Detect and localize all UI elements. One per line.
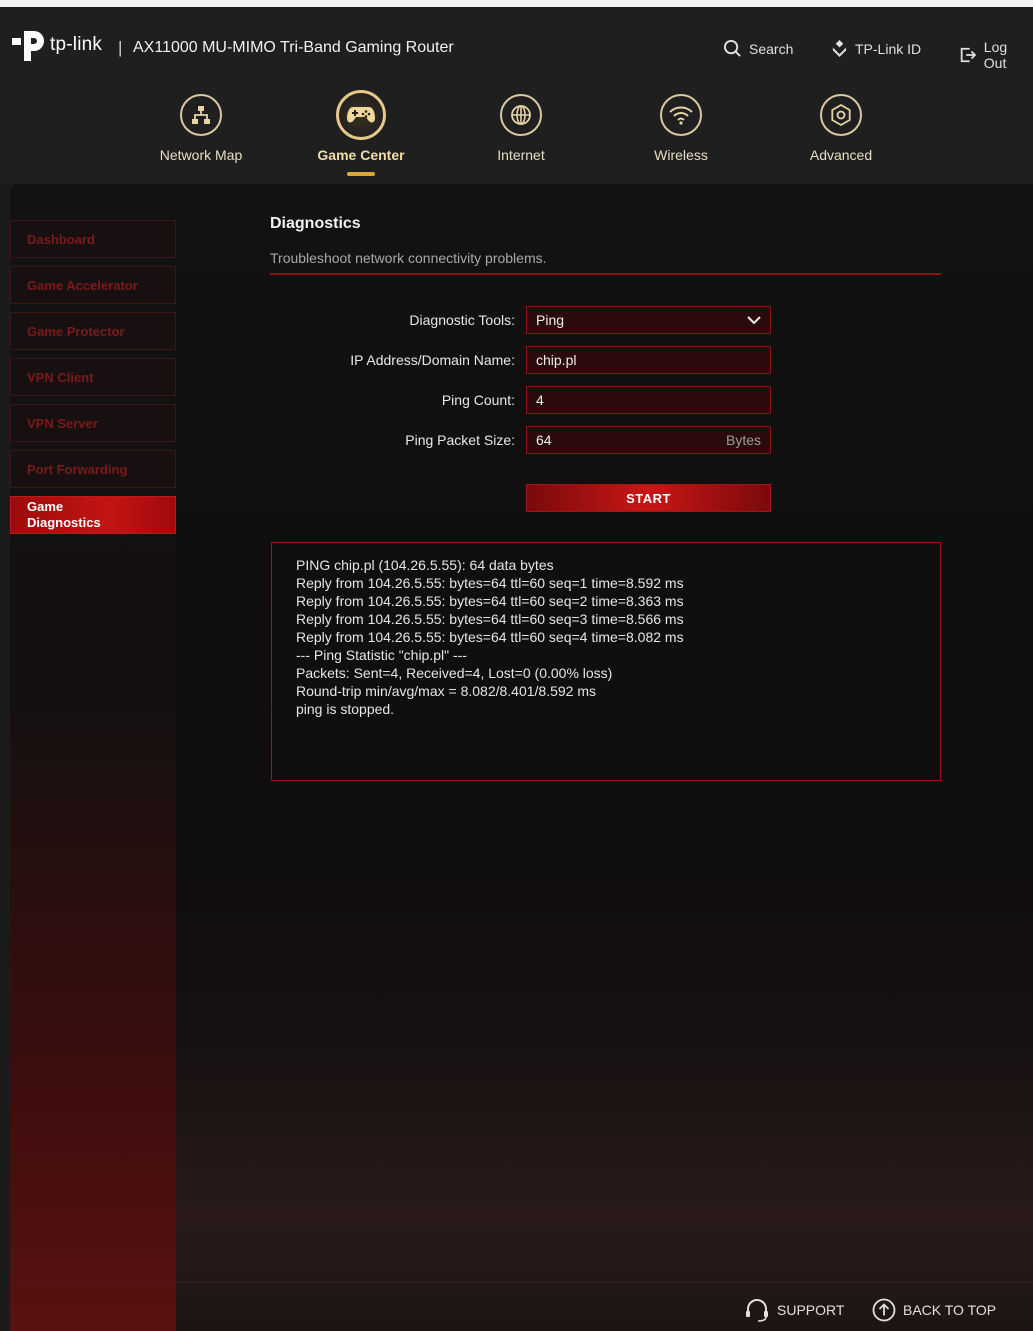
ping-count-label: Ping Count: (441, 392, 515, 408)
tplink-logo[interactable]: tp-link (10, 27, 102, 63)
brand-name: tp-link (50, 34, 103, 55)
logout-link[interactable]: Log Out (959, 39, 1033, 71)
tplink-id-link[interactable]: TP-Link ID (831, 39, 921, 58)
output-line: Reply from 104.26.5.55: bytes=64 ttl=60 … (296, 629, 684, 645)
nav-game-center-circle (336, 90, 386, 140)
sidebar-item-label: VPN Client (27, 369, 94, 385)
ping-count-value: 4 (536, 392, 544, 408)
wifi-icon (669, 106, 693, 125)
start-button[interactable]: START (526, 484, 771, 512)
nav-advanced-circle (820, 94, 862, 136)
nav-network-map-label: Network Map (159, 147, 243, 163)
sidebar-item-game-diagnostics[interactable]: Game Diagnostics (10, 496, 176, 534)
headset-icon (746, 1299, 768, 1322)
nav-advanced-label: Advanced (809, 147, 873, 163)
sidebar-item-label: Game Protector (27, 323, 125, 339)
back-to-top-link[interactable]: BACK TO TOP (872, 1298, 996, 1322)
output-line: --- Ping Statistic "chip.pl" --- (296, 647, 467, 663)
nav-network-map-circle (180, 94, 222, 136)
output-line: Reply from 104.26.5.55: bytes=64 ttl=60 … (296, 575, 684, 591)
search-label: Search (749, 40, 794, 57)
footer-divider (176, 1282, 1033, 1283)
logout-icon (960, 47, 977, 63)
output-line: ping is stopped. (296, 701, 395, 717)
sidebar-item-label-line1: Game (27, 499, 64, 514)
address-label: IP Address/Domain Name: (350, 352, 515, 368)
chevron-down-icon (747, 315, 761, 324)
packet-size-value: 64 (536, 432, 552, 448)
tplink-id-label: TP-Link ID (855, 40, 922, 57)
back-to-top-label: BACK TO TOP (903, 1302, 997, 1318)
sidebar-item-port-forwarding[interactable]: Port Forwarding (10, 450, 176, 488)
nav-advanced[interactable]: Advanced (781, 94, 901, 163)
nav-wireless-circle (660, 94, 702, 136)
logout-label: Log Out (983, 39, 1008, 71)
sidebar-item-dashboard[interactable]: Dashboard (10, 220, 176, 258)
output-line: Packets: Sent=4, Received=4, Lost=0 (0.0… (296, 665, 613, 681)
network-map-icon (192, 106, 210, 124)
address-value: chip.pl (536, 352, 577, 368)
output-line: PING chip.pl (104.26.5.55): 64 data byte… (296, 557, 554, 573)
nav-network-map[interactable]: Network Map (141, 94, 261, 163)
page-subtitle: Troubleshoot network connectivity proble… (270, 250, 547, 266)
support-link[interactable]: SUPPORT (744, 1298, 844, 1322)
output-line: Reply from 104.26.5.55: bytes=64 ttl=60 … (296, 593, 684, 609)
support-label: SUPPORT (777, 1302, 845, 1318)
diagnostic-output: PING chip.pl (104.26.5.55): 64 data byte… (271, 542, 941, 781)
diagnostic-tools-select[interactable]: Ping (526, 306, 771, 334)
packet-size-input[interactable]: 64 Bytes (526, 426, 771, 454)
packet-size-unit: Bytes (725, 432, 761, 448)
sidebar-item-label-line2: Diagnostics (27, 515, 101, 530)
page-title: Diagnostics (270, 215, 361, 232)
packet-size-label: Ping Packet Size: (405, 432, 515, 448)
nav-active-underline (347, 172, 375, 176)
arrow-up-circle-icon (872, 1298, 896, 1322)
sidebar-item-label: VPN Server (27, 415, 98, 431)
header: tp-link | AX11000 MU-MIMO Tri-Band Gamin… (0, 7, 1033, 184)
sidebar-item-vpn-server[interactable]: VPN Server (10, 404, 176, 442)
sidebar (10, 184, 176, 1331)
output-line: Reply from 104.26.5.55: bytes=64 ttl=60 … (296, 611, 684, 627)
search-icon (723, 39, 741, 57)
diagnostic-tools-label: Diagnostic Tools: (409, 312, 515, 328)
output-line: Round-trip min/avg/max = 8.082/8.401/8.5… (296, 683, 597, 699)
gamepad-icon (347, 107, 375, 123)
gear-icon (831, 103, 851, 127)
sidebar-item-game-protector[interactable]: Game Protector (10, 312, 176, 350)
nav-internet-label: Internet (497, 147, 545, 163)
sidebar-item-label: Game Diagnostics (27, 499, 101, 531)
sidebar-item-vpn-client[interactable]: VPN Client (10, 358, 176, 396)
address-input[interactable]: chip.pl (526, 346, 771, 374)
nav-game-center[interactable]: Game Center (301, 90, 421, 176)
tplink-id-icon (832, 40, 847, 57)
ping-count-input[interactable]: 4 (526, 386, 771, 414)
tplink-logo-icon (12, 31, 44, 61)
search-link[interactable]: Search (723, 39, 793, 58)
router-model: AX11000 MU-MIMO Tri-Band Gaming Router (133, 39, 454, 56)
nav-internet-circle (500, 94, 542, 136)
title-divider (270, 273, 941, 275)
globe-icon (511, 105, 531, 125)
nav-internet[interactable]: Internet (461, 94, 581, 163)
nav-wireless-label: Wireless (654, 147, 708, 163)
sidebar-item-game-accelerator[interactable]: Game Accelerator (10, 266, 176, 304)
header-separator: | (118, 38, 123, 57)
sidebar-item-label: Port Forwarding (27, 461, 128, 477)
nav-wireless[interactable]: Wireless (621, 94, 741, 163)
sidebar-item-label: Game Accelerator (27, 277, 138, 293)
diagnostic-tools-value: Ping (536, 312, 565, 328)
nav-game-center-label: Game Center (317, 147, 405, 163)
sidebar-item-label: Dashboard (27, 231, 95, 247)
browser-top-strip (0, 0, 1033, 7)
